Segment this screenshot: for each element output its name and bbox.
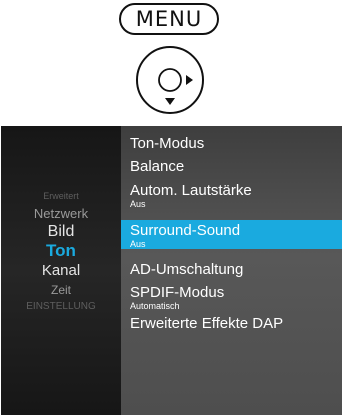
category-bild[interactable]: Bild xyxy=(1,223,121,241)
menu-item-label: AD-Umschaltung xyxy=(130,261,244,278)
menu-item-ton-modus[interactable]: Ton-Modus xyxy=(121,135,342,155)
menu-item-spdif-modus[interactable]: SPDIF-Modus Automatisch xyxy=(121,284,342,314)
category-kanal[interactable]: Kanal xyxy=(1,262,121,279)
menu-item-value: Aus xyxy=(130,199,146,209)
menu-item-erweiterte-effekte-dap[interactable]: Erweiterte Effekte DAP xyxy=(121,315,342,335)
menu-item-label: SPDIF-Modus xyxy=(130,284,225,301)
menu-item-value: Aus xyxy=(130,239,146,249)
menu-button[interactable]: MENU xyxy=(119,3,219,35)
menu-item-label: Autom. Lautstärke xyxy=(130,182,252,199)
menu-item-label: Balance xyxy=(130,158,185,175)
category-einstellung[interactable]: EINSTELLUNG xyxy=(1,301,121,312)
menu-item-balance[interactable]: Balance xyxy=(121,158,342,178)
category-erweitert[interactable]: Erweitert xyxy=(1,191,121,201)
menu-item-value: Automatisch xyxy=(130,301,180,311)
ton-settings-list: Ton-Modus Balance Autom. Lautstärke Aus … xyxy=(121,126,342,415)
menu-item-ad-umschaltung[interactable]: AD-Umschaltung xyxy=(121,261,342,281)
menu-button-label: MENU xyxy=(135,7,203,31)
dpad-navigation-icon[interactable] xyxy=(134,44,206,116)
menu-item-surround-sound[interactable]: Surround-Sound Aus xyxy=(121,220,342,249)
menu-item-autom-lautstaerke[interactable]: Autom. Lautstärke Aus xyxy=(121,182,342,212)
menu-item-label: Ton-Modus xyxy=(130,135,205,152)
category-netzwerk[interactable]: Netzwerk xyxy=(1,206,121,221)
category-zeit[interactable]: Zeit xyxy=(1,283,121,297)
category-ton[interactable]: Ton xyxy=(1,241,121,261)
menu-item-label: Surround-Sound xyxy=(130,222,241,239)
tv-menu-panel: Erweitert Netzwerk Bild Ton Kanal Zeit E… xyxy=(1,126,342,415)
menu-item-label: Erweiterte Effekte DAP xyxy=(130,315,284,332)
category-sidebar: Erweitert Netzwerk Bild Ton Kanal Zeit E… xyxy=(1,126,121,415)
